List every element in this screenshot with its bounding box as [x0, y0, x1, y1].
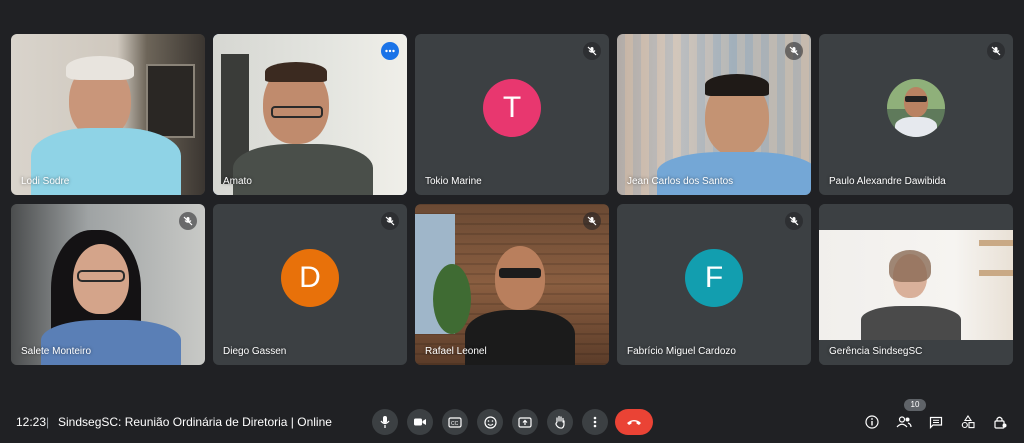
bottom-toolbar: 12:23 | SindsegSC: Reunião Ordinária de … — [0, 400, 1024, 443]
mic-off-icon — [583, 212, 601, 230]
mic-off-icon — [179, 212, 197, 230]
present-screen-button[interactable] — [512, 409, 538, 435]
participant-grid: Lodi Sodre Amato T Tokio Marine Jean Car… — [11, 34, 1014, 366]
video-feed — [11, 34, 205, 195]
participant-tile[interactable]: Paulo Alexandre Dawibida — [819, 34, 1013, 195]
separator: | — [46, 415, 50, 429]
participant-name: Fabrício Miguel Cardozo — [627, 346, 736, 357]
participant-tile[interactable]: Gerência SindsegSC — [819, 204, 1013, 365]
more-options-button[interactable] — [381, 42, 399, 60]
present-screen-icon — [518, 416, 532, 428]
meeting-clock: 12:23 — [16, 415, 47, 429]
video-feed — [617, 34, 811, 195]
activities-shapes-icon — [961, 415, 975, 429]
leave-call-button[interactable] — [615, 409, 653, 435]
initial-avatar: F — [685, 248, 743, 307]
mic-off-icon — [583, 42, 601, 60]
initial-avatar: T — [483, 78, 541, 137]
mic-off-icon — [381, 212, 399, 230]
more-options-button[interactable] — [582, 409, 608, 435]
participant-count-badge: 10 — [904, 399, 926, 411]
participant-name: Gerência SindsegSC — [829, 346, 923, 357]
chat-button[interactable] — [926, 412, 946, 432]
svg-text:CC: CC — [451, 421, 459, 427]
participant-tile[interactable]: Lodi Sodre — [11, 34, 205, 195]
participant-name: Diego Gassen — [223, 346, 287, 357]
meeting-title: SindsegSC: Reunião Ordinária de Diretori… — [58, 415, 332, 429]
initial-avatar: D — [281, 248, 339, 307]
participant-name: Tokio Marine — [425, 176, 482, 187]
people-button[interactable] — [894, 412, 914, 432]
host-controls-button[interactable] — [990, 412, 1010, 432]
lock-person-icon — [994, 416, 1007, 429]
participant-tile[interactable]: T Tokio Marine — [415, 34, 609, 195]
hang-up-icon — [627, 420, 641, 425]
video-feed — [11, 204, 205, 365]
camera-button[interactable] — [407, 409, 433, 435]
info-icon — [865, 415, 879, 429]
raise-hand-button[interactable] — [547, 409, 573, 435]
microphone-button[interactable] — [372, 409, 398, 435]
mic-off-icon — [987, 42, 1005, 60]
raise-hand-icon — [555, 415, 565, 429]
participant-name: Paulo Alexandre Dawibida — [829, 176, 946, 187]
video-camera-icon — [414, 418, 426, 426]
emoji-icon — [483, 415, 497, 429]
participant-tile[interactable]: Jean Carlos dos Santos — [617, 34, 811, 195]
participant-name: Jean Carlos dos Santos — [627, 176, 734, 187]
participant-tile[interactable]: F Fabrício Miguel Cardozo — [617, 204, 811, 365]
participant-name: Amato — [223, 176, 252, 187]
video-feed — [213, 34, 407, 195]
activities-button[interactable] — [958, 412, 978, 432]
video-feed — [415, 204, 609, 365]
microphone-icon — [380, 416, 390, 428]
participant-tile[interactable]: Amato — [213, 34, 407, 195]
participant-name: Lodi Sodre — [21, 176, 70, 187]
mic-off-icon — [785, 212, 803, 230]
chat-icon — [929, 416, 943, 429]
participant-tile[interactable]: Rafael Leonel — [415, 204, 609, 365]
reactions-button[interactable] — [477, 409, 503, 435]
video-feed — [819, 204, 1013, 365]
participant-tile[interactable]: Salete Monteiro — [11, 204, 205, 365]
more-dots-icon — [385, 49, 395, 53]
mic-off-icon — [785, 42, 803, 60]
participant-name: Salete Monteiro — [21, 346, 92, 357]
participant-name: Rafael Leonel — [425, 346, 487, 357]
closed-captions-icon: CC — [448, 416, 462, 428]
meeting-details-button[interactable] — [862, 412, 882, 432]
captions-button[interactable]: CC — [442, 409, 468, 435]
more-vert-icon — [593, 416, 597, 428]
participant-tile[interactable]: D Diego Gassen — [213, 204, 407, 365]
people-icon — [896, 416, 912, 428]
profile-photo — [887, 78, 945, 137]
